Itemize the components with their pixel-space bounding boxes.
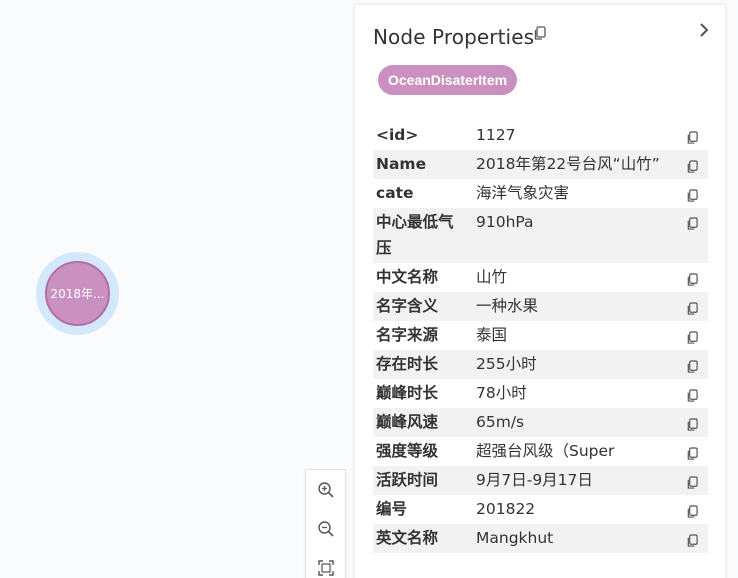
copy-icon[interactable]: [686, 184, 700, 202]
graph-node[interactable]: 2018年...: [45, 261, 110, 326]
copy-icon[interactable]: [686, 413, 700, 431]
property-key: 活跃时间: [376, 471, 439, 489]
property-key: 编号: [376, 500, 408, 518]
property-value: 78小时: [476, 384, 527, 402]
property-key: 强度等级: [376, 442, 439, 460]
graph-node-label: 2018年...: [50, 287, 105, 301]
fit-screen-icon: [317, 560, 334, 576]
property-value: 2018年第22号台风“山竹”: [476, 155, 660, 173]
copy-icon[interactable]: [686, 268, 700, 286]
property-value: 910hPa: [476, 213, 534, 231]
property-key: <id>: [376, 126, 419, 144]
property-key: 巅峰风速: [376, 413, 439, 431]
property-value: 超强台风级（Super: [476, 442, 615, 460]
copy-icon[interactable]: [686, 355, 700, 373]
copy-icon[interactable]: [686, 442, 700, 460]
property-value: 一种水果: [476, 297, 539, 315]
property-row: 中心最低气压 910hPa: [373, 208, 708, 263]
property-key: 名字含义: [376, 297, 439, 315]
property-row: cate 海洋气象灾害: [373, 179, 708, 208]
zoom-in-icon: [317, 482, 334, 498]
property-key: 中文名称: [376, 268, 439, 286]
property-value: 255小时: [476, 355, 537, 373]
property-value: 9月7日-9月17日: [476, 471, 593, 489]
collapse-panel-button[interactable]: [698, 22, 710, 42]
property-key: cate: [376, 184, 414, 202]
property-row: 名字来源 泰国: [373, 321, 708, 350]
property-row: Name 2018年第22号台风“山竹”: [373, 150, 708, 179]
property-key: 巅峰时长: [376, 384, 439, 402]
property-row: <id> 1127: [373, 121, 708, 150]
property-key: 存在时长: [376, 355, 439, 373]
copy-icon[interactable]: [686, 384, 700, 402]
properties-table: <id> 1127 Name 2018年第22号台风“山竹” cate 海洋气象…: [373, 121, 708, 553]
copy-icon[interactable]: [686, 297, 700, 315]
property-row: 巅峰风速 65m/s: [373, 408, 708, 437]
property-value: 201822: [476, 500, 536, 518]
copy-icon[interactable]: [686, 500, 700, 518]
zoom-in-button[interactable]: [306, 472, 345, 508]
copy-icon[interactable]: [686, 155, 700, 173]
zoom-out-button[interactable]: [306, 511, 345, 547]
chevron-right-icon: [700, 23, 709, 37]
property-key: Name: [376, 155, 427, 173]
copy-icon[interactable]: [686, 326, 700, 344]
property-row: 存在时长 255小时: [373, 350, 708, 379]
zoom-out-icon: [317, 521, 334, 537]
property-value: 海洋气象灾害: [476, 184, 570, 202]
copy-icon[interactable]: [686, 213, 700, 230]
property-value: 泰国: [476, 326, 508, 344]
property-row: 巅峰时长 78小时: [373, 379, 708, 408]
property-value: 山竹: [476, 268, 508, 286]
property-value: 1127: [476, 126, 516, 144]
property-row: 名字含义 一种水果: [373, 292, 708, 321]
property-row: 英文名称 Mangkhut: [373, 524, 708, 553]
node-label-chip-text: OceanDisaterItem: [388, 72, 508, 88]
node-properties-panel: Node Properties OceanDisaterItem <id> 11…: [355, 5, 725, 578]
property-row: 编号 201822: [373, 495, 708, 524]
property-value: 65m/s: [476, 413, 525, 431]
property-key: 英文名称: [376, 529, 439, 547]
property-row: 中文名称 山竹: [373, 263, 708, 292]
property-row: 强度等级 超强台风级（Super: [373, 437, 708, 466]
panel-title: Node Properties: [373, 25, 535, 49]
copy-icon[interactable]: [533, 26, 546, 45]
zoom-toolbar: [305, 469, 346, 578]
property-key: 中心最低气压: [376, 213, 454, 257]
node-label-chip[interactable]: OceanDisaterItem: [378, 65, 518, 95]
property-key: 名字来源: [376, 326, 439, 344]
property-row: 活跃时间 9月7日-9月17日: [373, 466, 708, 495]
copy-icon[interactable]: [686, 529, 700, 547]
property-value: Mangkhut: [476, 529, 554, 547]
copy-icon[interactable]: [686, 126, 700, 144]
copy-icon[interactable]: [686, 471, 700, 489]
fit-screen-button[interactable]: [306, 550, 345, 578]
